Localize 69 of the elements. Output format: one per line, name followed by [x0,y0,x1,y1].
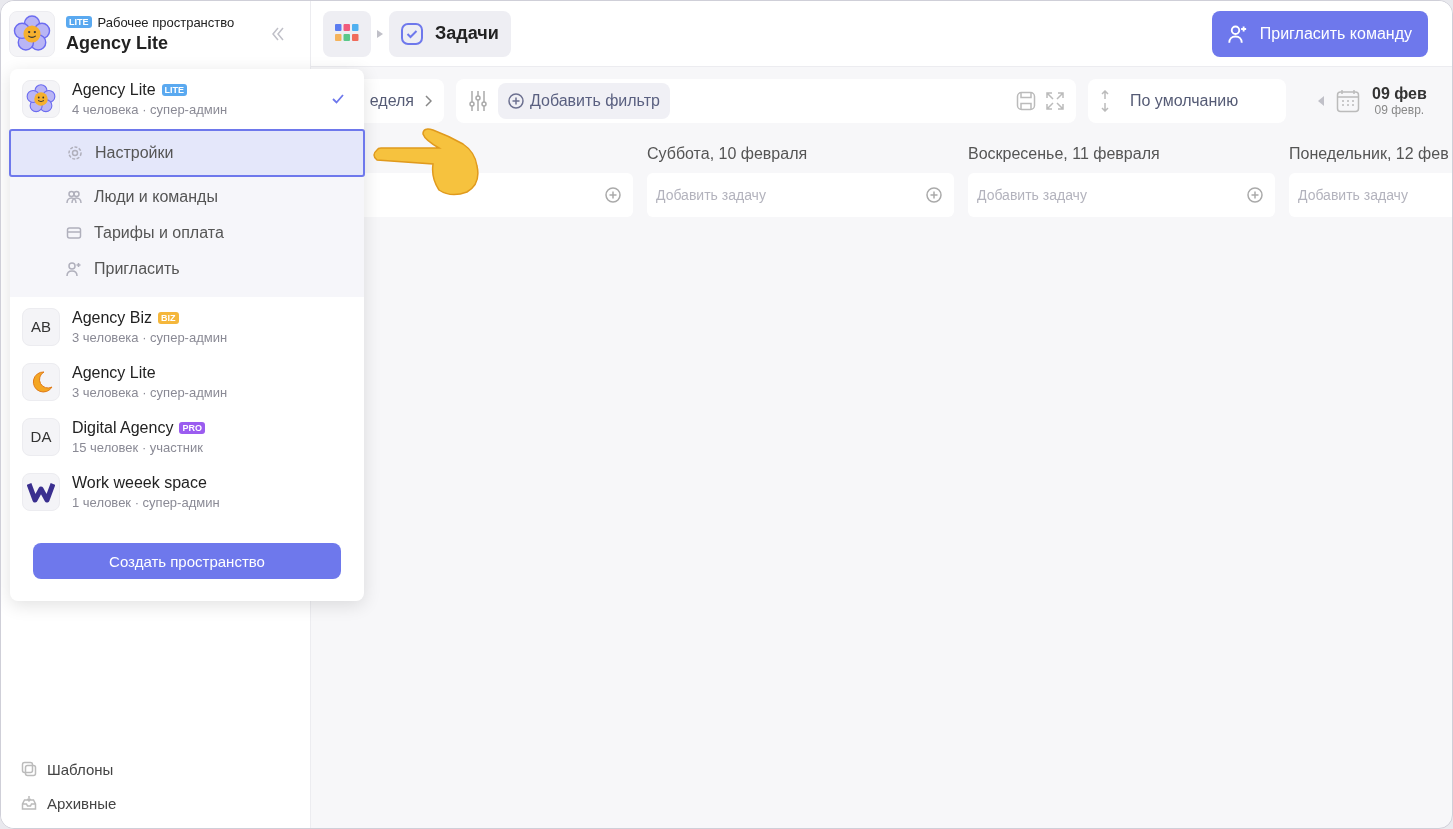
workspace-item[interactable]: Agency Lite 3 человека · супер-админ [10,354,364,409]
chevron-right-icon [424,95,432,107]
sort-arrows-icon [1100,90,1110,112]
create-space-button[interactable]: Создать пространство [33,543,341,579]
add-task-placeholder: Добавить задачу [977,187,1087,203]
workspace-caption: Рабочее пространство [97,14,235,30]
gear-icon [67,145,83,161]
sidebar-item-label: Шаблоны [47,760,114,778]
menu-item[interactable]: Тарифы и оплата [10,215,364,251]
menu-item[interactable]: Люди и команды [10,179,364,215]
collapse-sidebar-icon[interactable] [270,26,286,42]
apps-button[interactable] [323,10,371,57]
expand-icon[interactable] [1046,92,1064,110]
workspace-name: Agency Lite [72,363,156,382]
workspace-meta: 3 человека · супер-админ [72,384,229,400]
apps-grid-icon [335,23,359,44]
w-logo-icon [27,480,55,503]
workspace-name: Digital Agency [72,418,174,437]
add-filter-button[interactable]: Добавить фильтр [498,83,670,119]
save-icon[interactable] [1016,91,1036,111]
tasks-tab[interactable]: Задачи [389,10,511,57]
date-sublabel: 09 февр. [1374,103,1425,117]
plus-circle-icon[interactable] [605,187,621,203]
sidebar-item-label: Архивные [47,794,117,812]
previous-arrow-icon[interactable] [1318,96,1324,106]
day-heading: Понедельник, 12 фев [1289,145,1449,162]
plan-badge: BIZ [158,311,179,324]
plus-circle-icon[interactable] [1247,187,1263,203]
workspace-name: Work weeek space [72,473,207,492]
workspace-meta: 4 человека · супер-админ [72,102,229,117]
sidebar-item[interactable]: Шаблоны [1,752,310,786]
add-task-placeholder: Добавить задачу [1298,187,1408,203]
calendar-icon[interactable] [1336,89,1360,113]
add-task-placeholder: Добавить задачу [656,187,766,203]
sliders-icon[interactable] [468,90,488,112]
invite-team-button[interactable]: Пригласить команду [1211,10,1428,57]
add-user-icon [1227,23,1248,44]
day-heading: Суббота, 10 февраля [647,145,808,162]
workspace-avatar[interactable] [9,11,55,57]
people-icon [66,189,82,205]
sort-selector[interactable]: По умолчанию [1088,79,1286,123]
menu-item[interactable]: Настройки [9,129,365,177]
sidebar-item[interactable]: Архивные [1,786,310,820]
plan-badge: PRO [179,421,205,434]
flower-icon [13,15,51,53]
workspace-meta: 1 человек · супер-админ [72,494,221,510]
workspace-name: Agency Lite [72,81,156,99]
credit-card-icon [66,225,82,241]
date-label: 09 фев [1372,85,1427,103]
breadcrumb-arrow-icon [377,29,383,38]
templates-icon [21,761,37,777]
plan-badge: LITE [66,16,92,28]
workspace-title: Agency Lite [66,32,170,54]
inbox-icon [21,795,37,811]
plus-circle-icon[interactable] [926,187,942,203]
workspace-meta: 15 человек · участник [72,439,204,455]
add-user-icon [66,261,82,277]
workspace-item[interactable]: DA Digital Agency PRO 15 человек · участник [10,409,364,464]
workspace-meta: 3 человека · супер-админ [72,329,229,345]
workspace-item[interactable]: AB Agency Biz BIZ 3 человека · супер-админ [10,299,364,354]
checkbox-icon [401,22,423,45]
workspace-avatar: DA [22,417,60,456]
workspace-item[interactable]: Work weeek space 1 человек · супер-админ [10,464,364,519]
menu-item[interactable]: Пригласить [10,251,364,287]
workspace-name: Agency Biz [72,308,153,327]
day-heading: Воскресенье, 11 февраля [968,145,1160,162]
plus-circle-icon [508,93,524,109]
plan-badge: LITE [161,84,188,96]
workspace-avatar: AB [22,307,60,346]
